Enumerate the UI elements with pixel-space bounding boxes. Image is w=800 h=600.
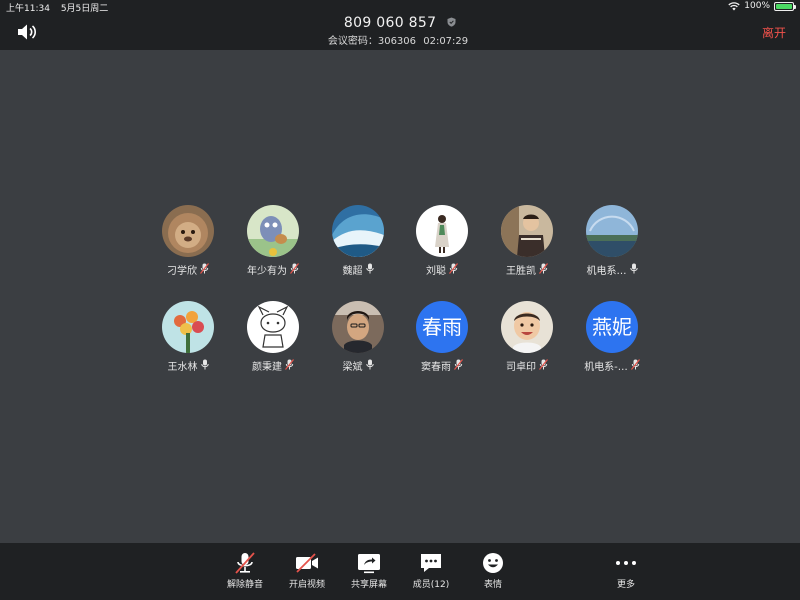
participant-name: 年少有为 [247,266,287,277]
mic-icon [365,263,374,277]
avatar [247,205,299,257]
participant-tile[interactable]: 魏超 [313,205,403,277]
share-screen-label: 共享屏幕 [350,580,387,590]
emoji-button[interactable]: 表情 [463,551,523,590]
participant-name: 王胜凯 [506,266,536,277]
unmute-button[interactable]: 解除静音 [215,551,275,590]
avatar [162,205,214,257]
share-screen-icon [358,554,380,574]
unmute-label: 解除静音 [226,580,263,590]
mic-muted-icon [449,262,458,277]
shield-icon [447,17,456,27]
mic-muted-icon [290,262,299,277]
members-label: 成员(12) [412,580,450,590]
mic-icon [629,263,638,277]
avatar: 燕妮 [586,301,638,353]
avatar [332,301,384,353]
mic-muted-icon [539,358,548,373]
wifi-icon [728,1,740,10]
avatar [586,205,638,257]
status-bar: 上午11:34 5月5日周二 100% [0,0,800,14]
mic-icon [200,359,209,373]
participant-name: 机电系… [586,266,627,277]
date: 5月5日周二 [60,4,109,14]
meeting-password: 306306 [377,36,417,47]
participant-tile[interactable]: 王水林 [143,301,233,373]
battery-fill [776,3,792,9]
mic-muted-icon [454,358,463,373]
participant-name: 司卓印 [506,362,536,373]
mic-off-icon [235,552,255,574]
battery-percent: 100% [744,1,770,11]
participant-name: 窦春雨 [421,362,451,373]
participant-tile[interactable]: 机电系… [567,205,657,277]
meeting-duration: 02:07:29 [423,36,469,47]
smiley-icon [483,553,503,573]
participant-name: 梁斌 [342,362,363,373]
share-screen-button[interactable]: 共享屏幕 [339,551,399,590]
chat-bubble-icon [421,554,441,572]
participant-grid: 刁学欣 年少有为 魏超 刘聪 王胜凯 机电系… 王水林 颜秉建 梁斌 春雨 窦春… [0,0,800,600]
participant-tile[interactable]: 司卓印 [482,301,572,373]
start-video-button[interactable]: 开启视频 [277,551,337,590]
participant-tile[interactable]: 颜秉建 [228,301,318,373]
video-off-icon [296,553,318,573]
mic-icon [365,359,374,373]
participant-name: 王水林 [167,362,198,373]
participant-name: 魏超 [342,266,363,277]
mic-muted-icon [539,262,548,277]
participant-name: 颜秉建 [252,362,282,373]
mic-muted-icon [630,358,640,373]
avatar [332,205,384,257]
meeting-header: 809 060 857 会议密码：306306 02:07:29 离开 [0,14,800,50]
more-label: 更多 [616,580,635,590]
participant-name: 刁学欣 [167,266,197,277]
meeting-id-row: 809 060 857 [0,15,800,31]
password-label: 会议密码： [327,36,378,47]
clock: 上午11:34 [6,4,50,14]
avatar [247,301,299,353]
participant-tile[interactable]: 刁学欣 [143,205,233,277]
avatar [501,301,553,353]
participant-tile[interactable]: 春雨 窦春雨 [397,301,487,373]
participant-tile[interactable]: 王胜凯 [482,205,572,277]
start-video-label: 开启视频 [288,580,325,590]
mic-muted-icon [200,262,209,277]
participant-tile[interactable]: 燕妮 机电系-… [567,301,657,373]
more-button[interactable]: 更多 [596,551,656,590]
meeting-toolbar: 解除静音 开启视频 共享屏幕 成员(12) 表情 更多 [0,543,800,600]
participant-tile[interactable]: 刘聪 [397,205,487,277]
leave-button[interactable]: 离开 [762,24,786,41]
participant-tile[interactable]: 年少有为 [228,205,318,277]
meeting-info: 会议密码：306306 02:07:29 [0,32,800,47]
participant-name: 机电系-… [584,362,628,373]
avatar [416,205,468,257]
participant-name: 刘聪 [426,266,446,277]
emoji-label: 表情 [483,580,502,590]
mic-muted-icon [285,358,294,373]
avatar: 春雨 [416,301,468,353]
avatar [162,301,214,353]
more-dots-icon [616,561,636,565]
members-button[interactable]: 成员(12) [401,551,461,590]
meeting-id: 809 060 857 [343,15,437,31]
participant-tile[interactable]: 梁斌 [313,301,403,373]
battery-icon [774,1,796,11]
avatar [501,205,553,257]
